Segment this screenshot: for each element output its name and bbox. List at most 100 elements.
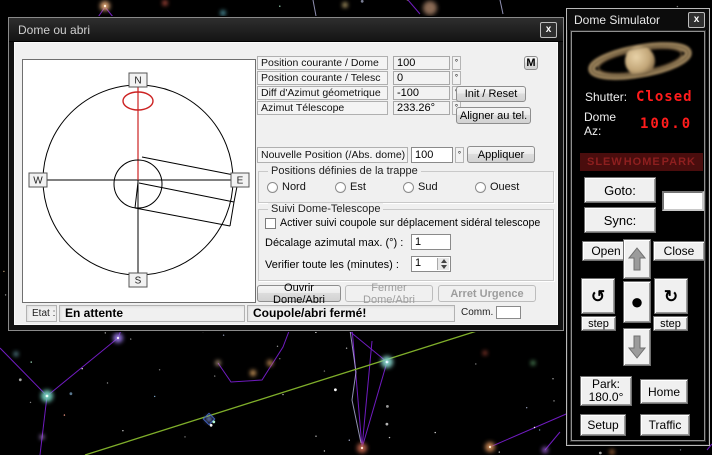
north-label: N [134,76,141,87]
shutter-down-button[interactable] [623,328,651,366]
tracking-checkbox-row[interactable]: Activer suivi coupole sur déplacement si… [265,217,540,229]
row-label: Position courante / Dome [257,56,388,70]
radio-icon[interactable] [403,181,414,193]
stop-button[interactable]: ● [623,281,651,323]
position-row: Position courante / Telesc 0 ° [257,71,461,85]
simulator-title: Dome Simulator [574,12,661,27]
setup-button[interactable]: Setup [580,414,626,436]
close-dome-button[interactable]: Fermer Dome/Abri [345,282,433,306]
radio-label: Ouest [490,181,520,193]
arrow-up-icon [627,247,647,271]
radio-label: Sud [418,181,438,193]
radio-icon[interactable] [475,181,486,193]
new-position-input[interactable] [411,147,453,163]
close-icon[interactable]: x [688,11,705,28]
position-row: Diff d'Azimut géometrique -100 ° [257,86,461,100]
trap-positions-group: Positions définies de la trappe Nord Est… [258,165,554,203]
comm-label: Comm. [461,307,494,318]
row-value: 100 [393,56,450,70]
rotate-cw-icon: ↻ [663,286,679,306]
sync-button[interactable]: Sync: [584,207,656,233]
m-button[interactable]: M [524,56,538,70]
step-ccw-button[interactable]: step [581,316,616,331]
interval-spinner[interactable] [437,258,449,270]
spinner-up-icon[interactable] [440,259,447,263]
position-row: Azimut Télescope 233.26° ° [257,101,461,115]
azimuth-input[interactable] [662,191,704,211]
radio-icon[interactable] [267,181,278,193]
simulator-frame: Shutter: Closed Dome Az: 100.0 SLEW HOME… [571,31,705,441]
apply-button[interactable]: Appliquer [467,146,535,163]
position-row: Position courante / Dome 100 ° [257,56,461,70]
goto-button[interactable]: Goto: [584,177,656,203]
dome-window-titlebar[interactable]: Dome ou abri x [9,18,563,42]
row-value: 0 [393,71,450,85]
status-value: En attente [59,305,245,322]
row-label: Position courante / Telesc [257,71,388,85]
rotate-ccw-button[interactable]: ↺ [581,278,615,314]
shutter-up-button[interactable] [623,239,651,279]
rotate-ccw-icon: ↺ [590,286,606,306]
open-dome-button[interactable]: Ouvrir Dome/Abri [257,282,341,306]
init-reset-button[interactable]: Init / Reset [456,86,526,102]
tracking-checkbox-label: Activer suivi coupole sur déplacement si… [280,217,541,229]
slew-indicator: SLEW [587,156,623,168]
interval-label: Verifier toute les (minutes) : [265,259,399,271]
simulator-titlebar[interactable]: Dome Simulator x [567,9,709,30]
park-button-line2: 180.0° [588,390,624,404]
row-label: Azimut Télescope [257,101,388,115]
window-title: Dome ou abri [18,22,91,37]
park-indicator: PARK [661,156,696,168]
radio-sud[interactable]: Sud [403,181,438,193]
spinner-down-icon[interactable] [440,265,447,269]
trap-group-title: Positions définies de la trappe [268,165,421,177]
home-button[interactable]: Home [640,379,688,404]
row-value: 233.26° [393,101,450,115]
mode-indicator-bar: SLEW HOME PARK [580,153,703,171]
close-icon[interactable]: x [540,21,557,38]
row-label: Diff d'Azimut géometrique [257,86,388,100]
home-indicator: HOME [623,156,661,168]
emergency-stop-button[interactable]: Arret Urgence [438,285,536,302]
shutter-close-button[interactable]: Close [653,241,705,261]
max-offset-input[interactable] [411,234,451,250]
interval-value: 1 [415,257,422,269]
row-unit: ° [452,56,461,70]
traffic-button[interactable]: Traffic [640,414,690,436]
arrow-down-icon [627,335,647,359]
radio-label: Est [350,181,366,193]
shutter-status-value: Closed [636,89,693,105]
south-label: S [135,276,142,287]
radio-label: Nord [282,181,306,193]
dome-compass-canvas[interactable]: N S W E [22,59,256,303]
step-cw-button[interactable]: step [653,316,688,331]
checkbox-icon[interactable] [265,217,276,229]
park-button[interactable]: Park: 180.0° [580,376,632,406]
east-label: E [237,176,244,187]
rotate-cw-button[interactable]: ↻ [654,278,688,314]
new-position-row: Nouvelle Position (/Abs. dome) ° [257,147,464,163]
dome-control-window: Dome ou abri x N S W E Position courante… [8,17,564,331]
shutter-label: Shutter: [585,90,628,104]
dome-az-label-line2: Az: [584,124,602,138]
radio-nord[interactable]: Nord [267,181,306,193]
row-unit: ° [452,71,461,85]
dome-az-label-line1: Dome [584,110,617,124]
dome-window-client: N S W E Position courante / Dome 100 ° P… [14,42,558,325]
new-position-unit: ° [455,147,464,163]
telescope-tube-lines [134,156,240,227]
tracking-group: Suivi Dome-Telescope Activer suivi coupo… [258,203,554,281]
dome-simulator-panel: Dome Simulator x Shutter: Closed Dome Az… [566,8,710,446]
interval-input[interactable]: 1 [411,256,451,272]
max-offset-label: Décalage azimutal max. (°) : [265,237,404,249]
radio-icon[interactable] [335,181,346,193]
align-to-telescope-button[interactable]: Aligner au tel. [456,107,531,124]
stop-icon: ● [630,289,644,314]
row-value: -100 [393,86,450,100]
status-label: Etat : [26,305,57,322]
new-position-label: Nouvelle Position (/Abs. dome) [257,147,408,163]
radio-ouest[interactable]: Ouest [475,181,519,193]
radio-est[interactable]: Est [335,181,366,193]
dome-az-value: 100.0 [640,116,693,132]
west-label: W [33,176,43,187]
